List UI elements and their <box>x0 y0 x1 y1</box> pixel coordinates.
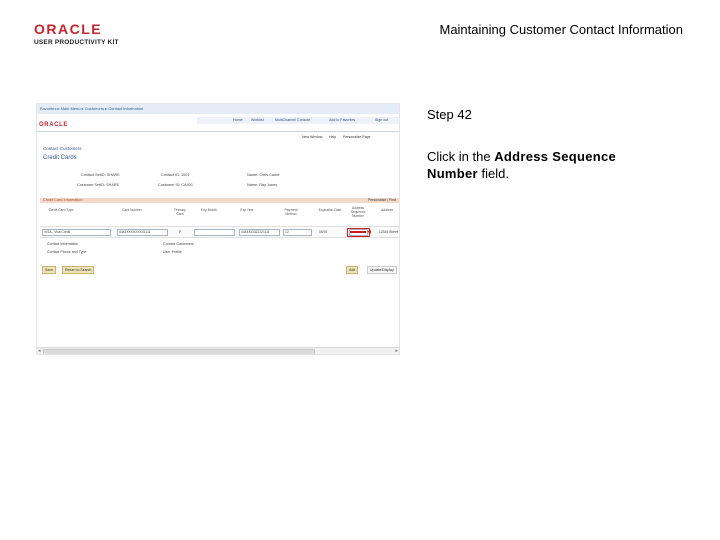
col-expiration-date: Expiration Date <box>318 208 342 212</box>
instruction-prefix: Click in the <box>427 149 495 164</box>
col-address-sequence: Address Sequence Number <box>350 206 366 218</box>
oracle-upk-logo: ORACLE USER PRODUCTIVITY KIT <box>34 22 124 46</box>
page-subtitle: Credit Cards <box>43 155 77 161</box>
primary-card-value: P <box>179 230 182 234</box>
document-title: Maintaining Customer Contact Information <box>439 22 683 37</box>
contact-phone-link[interactable]: Contact Phone and Type <box>47 250 87 254</box>
contact-customers-link[interactable]: Contact Customers <box>163 242 194 246</box>
nav-home[interactable]: Home <box>233 118 243 122</box>
customer-setid: Customer SetID: SHARE <box>77 183 120 187</box>
grid-controls[interactable]: Personalize | Find <box>368 198 396 202</box>
nav-multichannel[interactable]: MultiChannel Console <box>275 118 310 122</box>
update-display-button[interactable]: Update/Display <box>367 266 397 274</box>
new-window-link[interactable]: New Window <box>302 135 322 139</box>
contact-name: Name: Chris Carter <box>247 173 280 177</box>
pointer-arrow-icon: ◀ <box>367 229 371 235</box>
col-card-type: Credit Card Type <box>48 208 74 212</box>
col-card-number: Card Number <box>122 208 142 212</box>
contact-setid: Contact SetID: SHARE <box>81 173 120 177</box>
col-primary-card: Primary Card <box>174 208 186 216</box>
expiration-date-value: 05/76 <box>319 230 328 234</box>
card-number-field[interactable]: 4444XXXXXXXX1111 <box>117 229 168 236</box>
col-exp-month: Exp Month <box>201 208 217 212</box>
application-screenshot: Favorites ▸ Main Menu ▸ Customers ▸ Cont… <box>36 103 400 355</box>
address-value: 12345 Street <box>379 230 398 234</box>
customer-name: Name: Ray Jones <box>247 183 278 187</box>
help-link[interactable]: Help <box>329 135 336 139</box>
divider <box>37 131 399 132</box>
scroll-left-icon[interactable]: ◂ <box>38 348 41 354</box>
instruction-suffix: field. <box>477 166 509 181</box>
screenshot-top-bar: Favorites ▸ Main Menu ▸ Customers ▸ Cont… <box>37 104 399 114</box>
exp-month-field[interactable] <box>194 229 235 236</box>
horizontal-scrollbar[interactable]: ◂ ▸ <box>37 347 399 354</box>
save-button[interactable]: Save <box>42 266 56 274</box>
add-button[interactable]: Add <box>346 266 359 274</box>
nav-add-favorites[interactable]: Add to Favorites <box>329 118 355 122</box>
contact-information-link[interactable]: Contact Information <box>47 242 78 246</box>
contact-id: Contact ID: 1001 <box>161 173 190 177</box>
customer-id: Customer ID: CA001 <box>158 183 194 187</box>
return-to-search-button[interactable]: Return to Search <box>62 266 95 274</box>
col-payment-method: Payment Method <box>284 208 298 216</box>
step-instruction: Click in the Address Sequence Number fie… <box>427 148 657 182</box>
scrollbar-thumb[interactable] <box>43 349 315 354</box>
highlight-fill <box>350 230 366 233</box>
col-address: Address <box>380 208 394 212</box>
user-profile-link[interactable]: User Profile <box>163 250 182 254</box>
personalize-link[interactable]: Personalize Page <box>343 135 370 139</box>
grid-title: Credit Card Information <box>43 198 83 202</box>
grid-header: Credit Card Information Personalize | Fi… <box>40 198 399 203</box>
screenshot-logo: ORACLE <box>39 122 68 128</box>
col-exp-year: Exp Year <box>240 208 254 212</box>
top-nav: Home Worklist MultiChannel Console Add t… <box>197 117 399 124</box>
page-title: Contact Customers <box>43 146 82 151</box>
step-number: Step 42 <box>427 107 472 122</box>
scroll-right-icon[interactable]: ▸ <box>395 348 398 354</box>
logo-wordmark: ORACLE <box>34 21 103 37</box>
card-type-select[interactable]: VISA - Visa Credit <box>42 229 111 236</box>
nav-sign-out[interactable]: Sign out <box>375 118 388 122</box>
nav-worklist[interactable]: Worklist <box>251 118 264 122</box>
breadcrumb[interactable]: Favorites ▸ Main Menu ▸ Customers ▸ Cont… <box>40 106 143 111</box>
payment-method-field[interactable]: 12 <box>283 229 312 236</box>
logo-subtitle: USER PRODUCTIVITY KIT <box>34 39 119 46</box>
exp-year-field[interactable]: 4444333322221111 <box>239 229 280 236</box>
